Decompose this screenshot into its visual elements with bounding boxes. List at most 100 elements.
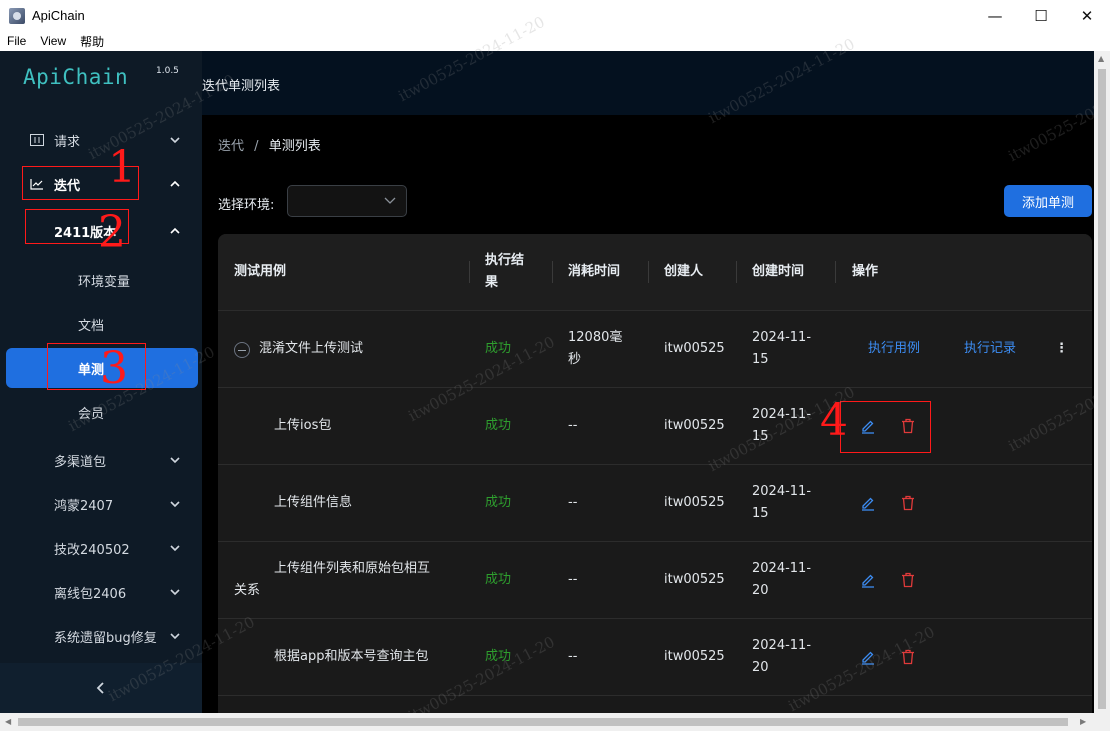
collapse-icon[interactable]: [234, 342, 250, 358]
sidebar-item-label: 鸿蒙2407: [54, 498, 114, 514]
column-header-duration: 消耗时间: [568, 264, 621, 279]
sidebar-item-label: 离线包2406: [54, 586, 127, 602]
sidebar-item-label: 请求: [54, 134, 81, 150]
edit-icon[interactable]: [860, 572, 876, 588]
sidebar-collapse-button[interactable]: [0, 663, 202, 713]
delete-icon[interactable]: [900, 572, 916, 588]
breadcrumb-current: 单测列表: [268, 139, 321, 154]
scroll-left-icon[interactable]: ◀: [5, 717, 11, 726]
chevron-down-icon: [170, 633, 180, 640]
case-name: 上传ios包: [274, 418, 332, 433]
app-logo: ApiChain: [23, 65, 129, 89]
sidebar-item-offline[interactable]: 离线包2406: [0, 570, 202, 614]
case-name: 上传组件信息: [274, 495, 353, 510]
created-cell: 2024-11- 20: [752, 561, 812, 598]
table-header: 测试用例 执行结 果 消耗时间 创建人 创建时间 操作: [218, 234, 1092, 311]
created-cell: 2024-11- 15: [752, 407, 812, 444]
scroll-up-icon[interactable]: ▲: [1098, 54, 1104, 63]
sidebar-item-harmony[interactable]: 鸿蒙2407: [0, 482, 202, 526]
result-cell: 成功: [485, 649, 512, 664]
chevron-down-icon: [170, 501, 180, 508]
sidebar-item-env-vars[interactable]: 环境变量: [0, 258, 202, 302]
horizontal-scroll-thumb[interactable]: [18, 718, 1068, 726]
scroll-right-icon[interactable]: ▶: [1080, 717, 1086, 726]
result-cell: 成功: [485, 418, 512, 433]
case-name: 上传组件列表和原始包相互 关系: [234, 561, 431, 598]
chevron-down-icon: [170, 589, 180, 596]
menu-view[interactable]: View: [33, 34, 73, 48]
sidebar-item-legacy-bugs[interactable]: 系统遗留bug修复: [0, 614, 202, 658]
vertical-scroll-thumb[interactable]: [1098, 69, 1106, 709]
duration-cell: --: [568, 418, 578, 433]
app-area: ApiChain 1.0.5 请求 迭代 2411版本 环境变量 文档 单测 会…: [0, 51, 1094, 713]
table-row: 混淆文件上传测试 成功 12080毫 秒 itw00525 2024-11- 1…: [218, 311, 1092, 388]
run-case-link[interactable]: 执行用例: [868, 338, 920, 360]
chevron-down-icon: [170, 457, 180, 464]
sidebar-item-label: 文档: [78, 318, 105, 334]
edit-icon[interactable]: [860, 649, 876, 665]
result-cell: 成功: [485, 495, 512, 510]
chevron-left-icon: [96, 682, 104, 694]
creator-cell: itw00525: [664, 341, 725, 356]
sidebar-item-docs[interactable]: 文档: [0, 302, 202, 346]
duration-cell: --: [568, 495, 578, 510]
sidebar-item-label: 技改240502: [54, 542, 130, 558]
add-unit-test-button[interactable]: 添加单测: [1004, 185, 1092, 217]
sidebar-item-label: 系统遗留bug修复: [54, 630, 157, 646]
unit-test-table: 测试用例 执行结 果 消耗时间 创建人 创建时间 操作 混淆文件上传测试 成功 …: [218, 234, 1092, 713]
maximize-button[interactable]: ☐: [1018, 0, 1064, 31]
close-button[interactable]: ✕: [1064, 0, 1110, 31]
created-cell: 2024-11- 15: [752, 330, 812, 367]
sidebar-item-member[interactable]: 会员: [0, 390, 202, 434]
chevron-down-icon: [170, 545, 180, 552]
env-select[interactable]: [287, 185, 407, 217]
page-header: 迭代单测列表: [202, 51, 1094, 115]
duration-cell: 12080毫 秒: [568, 330, 623, 367]
breadcrumb-separator: /: [254, 139, 259, 154]
column-header-created: 创建时间: [752, 264, 805, 279]
chevron-down-icon: [384, 197, 396, 204]
breadcrumb: 迭代 / 单测列表: [218, 135, 321, 154]
annotation-box-4: [840, 401, 931, 453]
main-content: 迭代 / 单测列表 选择环境: 添加单测 测试用例 执行结 果 消耗时间 创建人: [202, 115, 1094, 713]
duration-cell: --: [568, 649, 578, 664]
delete-icon[interactable]: [900, 649, 916, 665]
result-cell: 成功: [485, 572, 512, 587]
duration-cell: --: [568, 572, 578, 587]
column-header-creator: 创建人: [664, 264, 704, 279]
menu-help[interactable]: 帮助: [73, 33, 111, 50]
version-label: 1.0.5: [156, 66, 179, 76]
annotation-number-1: 1: [108, 142, 136, 193]
minimize-button[interactable]: —: [972, 0, 1018, 31]
creator-cell: itw00525: [664, 495, 725, 510]
sidebar-item-request[interactable]: 请求: [0, 118, 202, 162]
menu-bar: File View 帮助: [0, 31, 1110, 51]
page-title: 迭代单测列表: [202, 79, 281, 94]
delete-icon[interactable]: [900, 495, 916, 511]
creator-cell: itw00525: [664, 649, 725, 664]
sidebar-item-multichannel[interactable]: 多渠道包: [0, 438, 202, 482]
table-row: 上传组件信息 成功 -- itw00525 2024-11- 15: [218, 465, 1092, 542]
request-icon: [30, 134, 44, 146]
sidebar-item-tech-refactor[interactable]: 技改240502: [0, 526, 202, 570]
menu-file[interactable]: File: [0, 34, 33, 48]
more-icon[interactable]: ⋮: [1055, 338, 1068, 360]
edit-icon[interactable]: [860, 495, 876, 511]
horizontal-scrollbar[interactable]: ◀ ▶: [0, 713, 1110, 731]
vertical-scrollbar[interactable]: ▲: [1094, 51, 1110, 713]
breadcrumb-parent[interactable]: 迭代: [218, 139, 244, 154]
column-header-actions: 操作: [852, 264, 879, 279]
env-label: 选择环境:: [218, 198, 275, 213]
column-header-case: 测试用例: [234, 264, 287, 279]
window-title: ApiChain: [32, 8, 85, 23]
run-history-link[interactable]: 执行记录: [964, 338, 1016, 360]
sidebar-item-label: 环境变量: [78, 274, 131, 290]
creator-cell: itw00525: [664, 572, 725, 587]
result-cell: 成功: [485, 341, 512, 356]
chevron-up-icon: [170, 180, 180, 187]
table-row: 根据app和版本号查询主包 成功 -- itw00525 2024-11- 20: [218, 619, 1092, 696]
annotation-number-2: 2: [98, 207, 126, 258]
creator-cell: itw00525: [664, 418, 725, 433]
annotation-box-3: [47, 343, 146, 390]
table-row: 上传组件列表和原始包相互 关系 成功 -- itw00525 2024-11- …: [218, 542, 1092, 619]
